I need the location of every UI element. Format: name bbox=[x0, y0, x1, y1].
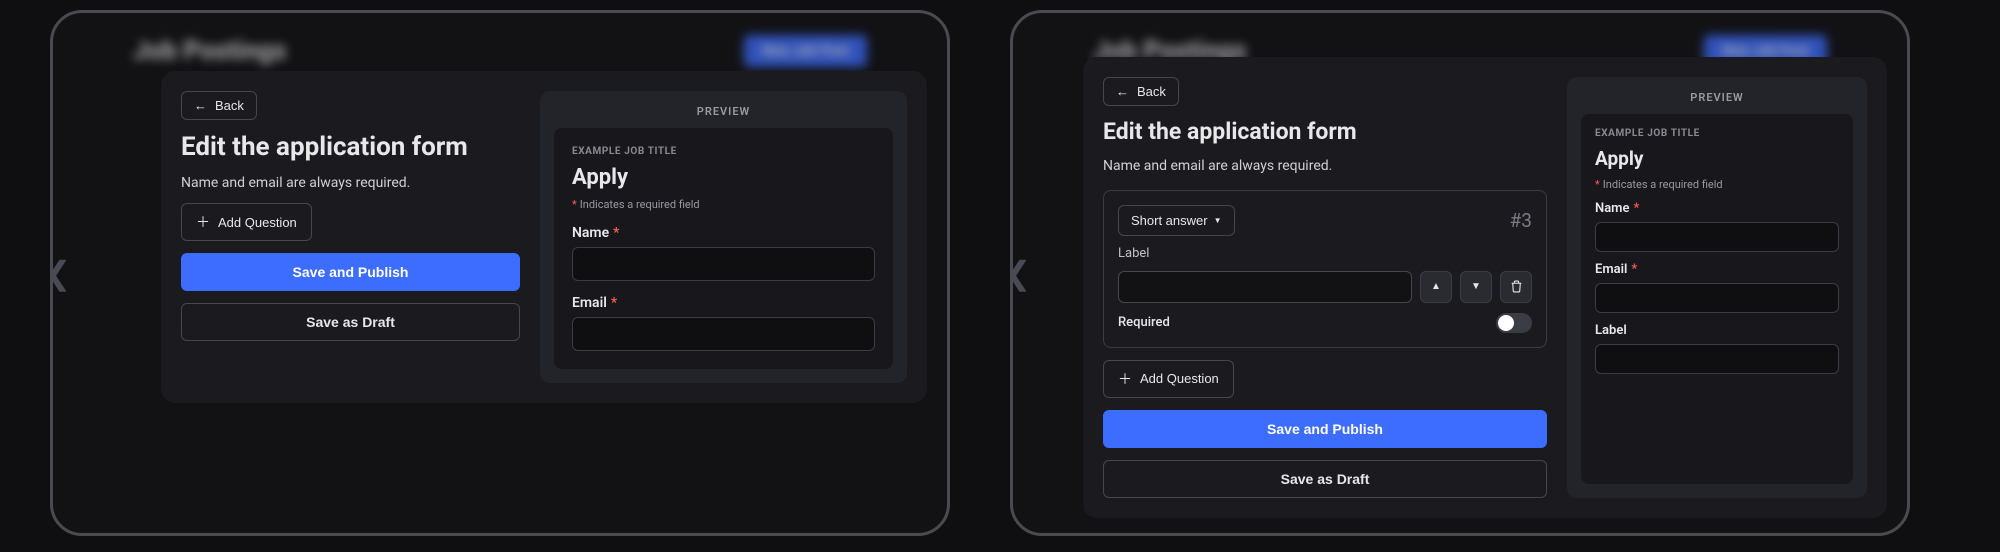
question-number: #3 bbox=[1510, 209, 1532, 232]
question-header-row: Short answer ▼ #3 bbox=[1118, 205, 1532, 236]
add-question-button[interactable]: ＋ Add Question bbox=[1103, 360, 1234, 398]
delete-button[interactable] bbox=[1500, 271, 1532, 303]
required-caption: Required bbox=[1118, 315, 1170, 330]
editor-panel: ← Back Edit the application form Name an… bbox=[1103, 77, 1547, 498]
field-input-custom[interactable] bbox=[1595, 344, 1839, 374]
preview-field-email: Email* bbox=[572, 295, 875, 351]
add-question-label: Add Question bbox=[218, 215, 297, 230]
back-button[interactable]: ← Back bbox=[181, 91, 257, 120]
preview-heading: PREVIEW bbox=[1581, 91, 1853, 104]
preview-panel: PREVIEW EXAMPLE JOB TITLE Apply *Indicat… bbox=[540, 91, 907, 383]
preview-field-email: Email* bbox=[1595, 262, 1839, 313]
label-caption: Label bbox=[1118, 246, 1532, 261]
field-label: Email* bbox=[1595, 262, 1839, 277]
question-card: Short answer ▼ #3 Label ▲ ▼ Required bbox=[1103, 190, 1547, 348]
preview-form: EXAMPLE JOB TITLE Apply *Indicates a req… bbox=[554, 128, 893, 369]
field-label: Email* bbox=[572, 295, 875, 311]
preview-form-title: Apply bbox=[572, 165, 875, 190]
required-row: Required bbox=[1118, 313, 1532, 333]
device-notch: ❮ bbox=[50, 252, 67, 294]
arrow-left-icon: ← bbox=[194, 98, 207, 113]
device-notch: ❮ bbox=[1010, 252, 1027, 294]
editor-subtitle: Name and email are always required. bbox=[1103, 158, 1547, 174]
move-down-button[interactable]: ▼ bbox=[1460, 271, 1492, 303]
editor-modal: ← Back Edit the application form Name an… bbox=[1083, 57, 1887, 518]
page-title: Job Postings bbox=[133, 36, 286, 66]
move-up-button[interactable]: ▲ bbox=[1420, 271, 1452, 303]
preview-heading: PREVIEW bbox=[554, 105, 893, 118]
field-input-name[interactable] bbox=[1595, 222, 1839, 252]
field-input-name[interactable] bbox=[572, 247, 875, 281]
save-draft-button[interactable]: Save as Draft bbox=[181, 303, 520, 341]
save-publish-button[interactable]: Save and Publish bbox=[1103, 410, 1547, 448]
preview-field-custom: Label bbox=[1595, 323, 1839, 374]
back-label: Back bbox=[215, 98, 244, 113]
field-label: Name* bbox=[572, 225, 875, 241]
required-toggle[interactable] bbox=[1496, 313, 1532, 333]
preview-eyebrow: EXAMPLE JOB TITLE bbox=[572, 146, 875, 157]
add-question-button[interactable]: ＋ Add Question bbox=[181, 203, 312, 241]
save-publish-button[interactable]: Save and Publish bbox=[181, 253, 520, 291]
editor-title: Edit the application form bbox=[181, 132, 520, 163]
editor-subtitle: Name and email are always required. bbox=[181, 175, 520, 191]
chevron-up-icon: ▲ bbox=[1431, 281, 1441, 292]
device-frame-a: Job Postings New Job Post ❮ ← Back Edit … bbox=[50, 10, 950, 536]
preview-panel: PREVIEW EXAMPLE JOB TITLE Apply *Indicat… bbox=[1567, 77, 1867, 498]
label-row: ▲ ▼ bbox=[1118, 271, 1532, 303]
trash-icon bbox=[1510, 280, 1523, 293]
preview-field-name: Name* bbox=[572, 225, 875, 281]
chevron-down-icon: ▼ bbox=[1214, 216, 1222, 225]
back-button[interactable]: ← Back bbox=[1103, 77, 1179, 106]
plus-icon: ＋ bbox=[196, 212, 210, 232]
field-label: Name* bbox=[1595, 201, 1839, 216]
preview-form-title: Apply bbox=[1595, 147, 1839, 170]
back-label: Back bbox=[1137, 84, 1166, 99]
editor-title: Edit the application form bbox=[1103, 118, 1547, 146]
question-label-input[interactable] bbox=[1118, 271, 1412, 303]
question-type-select[interactable]: Short answer ▼ bbox=[1118, 205, 1235, 236]
preview-form: EXAMPLE JOB TITLE Apply *Indicates a req… bbox=[1581, 114, 1853, 484]
required-note: *Indicates a required field bbox=[1595, 178, 1839, 191]
editor-modal: ← Back Edit the application form Name an… bbox=[161, 71, 927, 403]
arrow-left-icon: ← bbox=[1116, 84, 1129, 99]
required-note: *Indicates a required field bbox=[572, 198, 875, 211]
new-job-post-button[interactable]: New Job Post bbox=[744, 35, 867, 67]
plus-icon: ＋ bbox=[1118, 369, 1132, 389]
editor-panel: ← Back Edit the application form Name an… bbox=[181, 91, 520, 383]
device-frame-b: Job Postings New Job Post ❮ ← Back Edit … bbox=[1010, 10, 1910, 536]
field-input-email[interactable] bbox=[572, 317, 875, 351]
preview-eyebrow: EXAMPLE JOB TITLE bbox=[1595, 128, 1839, 139]
chevron-down-icon: ▼ bbox=[1471, 281, 1481, 292]
add-question-label: Add Question bbox=[1140, 371, 1219, 386]
preview-field-name: Name* bbox=[1595, 201, 1839, 252]
save-draft-button[interactable]: Save as Draft bbox=[1103, 460, 1547, 498]
field-input-email[interactable] bbox=[1595, 283, 1839, 313]
field-label: Label bbox=[1595, 323, 1839, 338]
